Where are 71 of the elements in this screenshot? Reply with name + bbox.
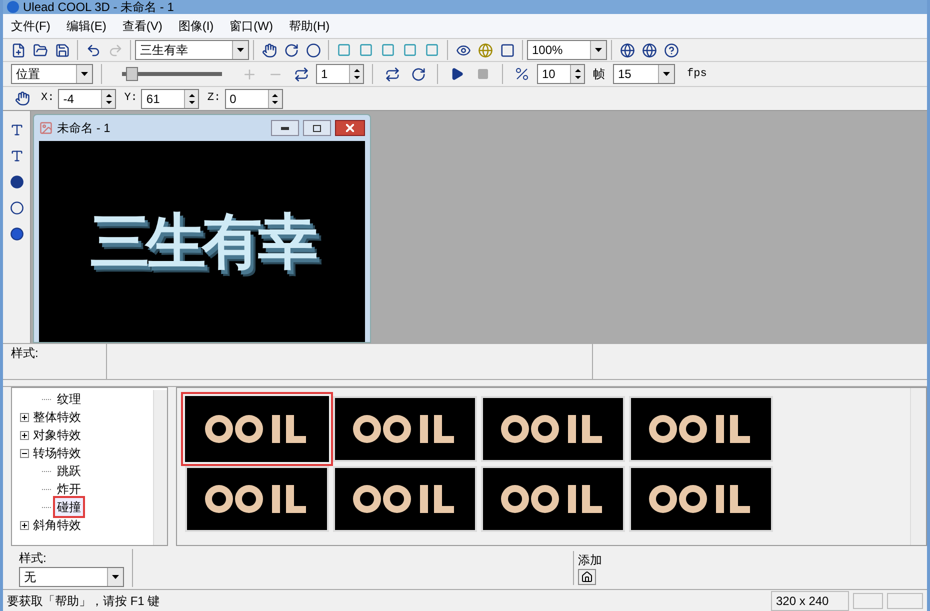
dropdown-arrow-icon	[112, 574, 119, 578]
menu-item[interactable]: 图像(I)	[178, 17, 214, 35]
tree-item[interactable]: 整体特效	[33, 408, 81, 426]
frame-field[interactable]: 1	[316, 64, 364, 84]
menu-item[interactable]: 窗口(W)	[230, 17, 273, 35]
menu-item[interactable]: 查看(V)	[122, 17, 162, 35]
effect-preview-thumbnail[interactable]	[185, 396, 329, 462]
status-pane	[853, 592, 883, 608]
slider-thumb[interactable]	[126, 67, 138, 81]
maximize-button[interactable]	[303, 120, 331, 136]
expand-icon[interactable]	[20, 430, 29, 440]
canvas-size: 320 x 240	[771, 590, 849, 610]
minimize-icon	[281, 126, 289, 130]
speed-field[interactable]: 10	[537, 64, 585, 84]
document-icon	[39, 121, 53, 135]
add-label: 添加	[578, 552, 602, 568]
status-message: 要获取「帮助」，请按 F1 键	[7, 592, 161, 610]
window-title: Ulead COOL 3D - 未命名 - 1	[23, 0, 174, 14]
expand-icon[interactable]	[20, 412, 29, 422]
close-button[interactable]	[335, 120, 365, 136]
effect-preview-thumbnail[interactable]	[185, 466, 329, 532]
fps-label: fps	[687, 66, 707, 82]
style-combo[interactable]: 无	[19, 566, 124, 586]
tree-item[interactable]: 炸开	[55, 480, 83, 498]
dropdown-arrow-icon	[237, 48, 244, 52]
spin-arrows-icon	[574, 68, 580, 80]
text-combo[interactable]: 三生有幸	[135, 40, 249, 60]
add-button[interactable]	[578, 568, 596, 584]
frame-label: 帧	[593, 66, 605, 83]
tree-item[interactable]: 对象特效	[33, 426, 81, 444]
dropdown-arrow-icon	[663, 72, 670, 76]
collapse-icon[interactable]	[20, 448, 29, 458]
maximize-icon	[313, 124, 321, 132]
scrollbar[interactable]	[153, 390, 167, 545]
effect-preview-thumbnail[interactable]	[629, 396, 773, 462]
spin-arrows-icon	[354, 68, 360, 80]
coordinate-field[interactable]: -4	[58, 88, 116, 108]
tree-item[interactable]: 纹理	[55, 390, 83, 408]
menu-item[interactable]: 编辑(E)	[66, 17, 106, 35]
menu-item[interactable]: 帮助(H)	[288, 17, 330, 35]
minimize-button[interactable]	[271, 120, 299, 136]
spin-arrows-icon	[188, 92, 195, 104]
effect-preview-thumbnail[interactable]	[481, 466, 625, 532]
tree-item[interactable]: 转场特效	[33, 444, 81, 462]
coordinate-field[interactable]: 61	[141, 88, 200, 108]
close-icon	[346, 124, 354, 132]
dropdown-arrow-icon	[595, 48, 602, 52]
document-title: 未命名 - 1	[57, 120, 112, 137]
spin-arrows-icon	[272, 92, 278, 104]
style-label: 样式:	[19, 550, 48, 566]
tree-item[interactable]: 斜角特效	[33, 516, 81, 534]
dropdown-arrow-icon	[81, 72, 88, 76]
coordinate-field[interactable]: 0	[224, 88, 283, 108]
fps-combo[interactable]: 15	[613, 64, 675, 84]
tree-item[interactable]: 碰撞	[55, 498, 83, 516]
axis-label: Y:	[124, 91, 138, 106]
effect-preview-thumbnail[interactable]	[333, 396, 477, 462]
effect-preview-thumbnail[interactable]	[629, 466, 773, 532]
spin-arrows-icon	[106, 92, 112, 104]
tree-item[interactable]: 跳跃	[55, 462, 83, 480]
zoom-combo[interactable]: 100%	[527, 40, 607, 60]
axis-label: Z:	[207, 91, 221, 106]
timeline-slider[interactable]	[122, 67, 222, 81]
effect-preview-thumbnail[interactable]	[333, 466, 477, 532]
menu-item[interactable]: 文件(F)	[11, 17, 50, 35]
axis-label: X:	[41, 91, 54, 106]
effect-preview-thumbnail[interactable]	[481, 396, 625, 462]
status-pane	[887, 592, 923, 608]
property-combo[interactable]: 位置	[11, 64, 93, 84]
style-label: 样式:	[3, 344, 107, 379]
expand-icon[interactable]	[20, 520, 29, 530]
